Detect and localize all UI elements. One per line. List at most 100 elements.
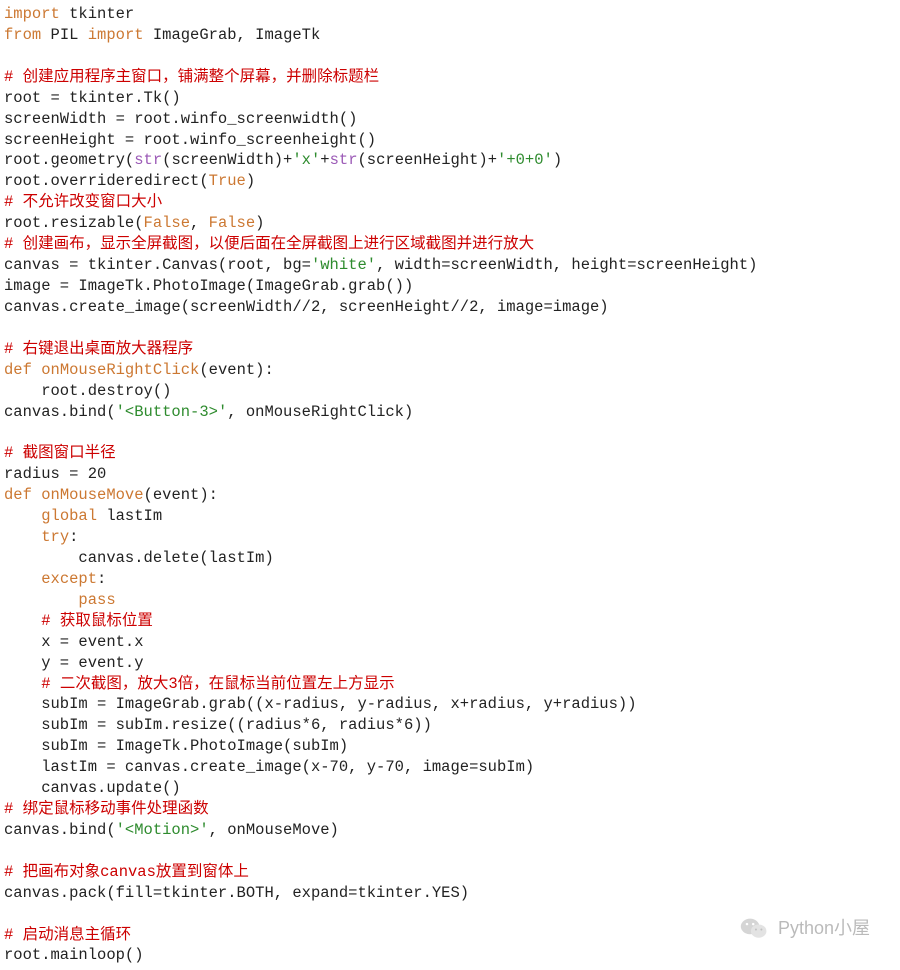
code-token: from — [4, 26, 41, 44]
code-token — [4, 591, 78, 609]
code-token: canvas = tkinter.Canvas(root, bg= — [4, 256, 311, 274]
code-token — [4, 675, 41, 693]
code-line: root.geometry(str(screenWidth)+'x'+str(s… — [4, 151, 562, 169]
code-line: # 创建画布，显示全屏截图，以便后面在全屏截图上进行区域截图并进行放大 — [4, 235, 534, 253]
code-line: def onMouseRightClick(event): — [4, 361, 274, 379]
code-line: except: — [4, 570, 106, 588]
code-block: import tkinter from PIL import ImageGrab… — [4, 4, 896, 966]
code-token: import — [4, 5, 60, 23]
code-token: str — [330, 151, 358, 169]
code-token: except — [41, 570, 97, 588]
code-token: onMouseRightClick — [41, 361, 199, 379]
code-token — [4, 612, 41, 630]
code-token: , onMouseRightClick) — [227, 403, 413, 421]
code-line: subIm = ImageTk.PhotoImage(subIm) — [4, 737, 348, 755]
code-token: : — [97, 570, 106, 588]
watermark: Python小屋 — [740, 916, 870, 940]
code-line: canvas.delete(lastIm) — [4, 549, 274, 567]
code-token — [4, 528, 41, 546]
code-line: # 不允许改变窗口大小 — [4, 193, 162, 211]
code-token: ) — [553, 151, 562, 169]
code-token — [4, 507, 41, 525]
code-token: canvas.bind( — [4, 403, 116, 421]
code-token: subIm = ImageTk.PhotoImage(subIm) — [4, 737, 348, 755]
code-token: 'white' — [311, 256, 376, 274]
code-line: root.overrideredirect(True) — [4, 172, 255, 190]
code-token: # 把画布对象canvas放置到窗体上 — [4, 863, 249, 881]
code-token: '<Button-3>' — [116, 403, 228, 421]
code-token: 'x' — [292, 151, 320, 169]
code-token: (screenHeight)+ — [358, 151, 498, 169]
code-token: root = tkinter.Tk() — [4, 89, 181, 107]
code-token: '<Motion>' — [116, 821, 209, 839]
code-token: onMouseMove — [41, 486, 143, 504]
code-token: lastIm — [97, 507, 162, 525]
code-token: canvas.pack(fill=tkinter.BOTH, expand=tk… — [4, 884, 469, 902]
code-token: import — [88, 26, 144, 44]
code-token: + — [320, 151, 329, 169]
code-token: # 截图窗口半径 — [4, 444, 116, 462]
code-token: ) — [255, 214, 264, 232]
code-token: lastIm = canvas.create_image(x-70, y-70,… — [4, 758, 534, 776]
code-line: # 创建应用程序主窗口，铺满整个屏幕，并删除标题栏 — [4, 68, 379, 86]
code-token: screenWidth = root.winfo_screenwidth() — [4, 110, 357, 128]
code-token: (screenWidth)+ — [162, 151, 292, 169]
code-token: # 绑定鼠标移动事件处理函数 — [4, 800, 209, 818]
code-line: y = event.y — [4, 654, 144, 672]
code-line: subIm = ImageGrab.grab((x-radius, y-radi… — [4, 695, 637, 713]
code-line: root.resizable(False, False) — [4, 214, 264, 232]
code-line: screenWidth = root.winfo_screenwidth() — [4, 110, 357, 128]
code-token: def — [4, 486, 41, 504]
code-token: x = event.x — [4, 633, 144, 651]
code-line: root.mainloop() — [4, 946, 144, 964]
code-token: True — [209, 172, 246, 190]
code-line: # 获取鼠标位置 — [4, 612, 153, 630]
code-token: ImageGrab, ImageTk — [144, 26, 321, 44]
code-token: image = ImageTk.PhotoImage(ImageGrab.gra… — [4, 277, 413, 295]
code-token: subIm = ImageGrab.grab((x-radius, y-radi… — [4, 695, 637, 713]
code-line: # 把画布对象canvas放置到窗体上 — [4, 863, 249, 881]
code-token: canvas.update() — [4, 779, 181, 797]
code-line: canvas.create_image(screenWidth//2, scre… — [4, 298, 609, 316]
code-token: : — [69, 528, 78, 546]
code-token: # 获取鼠标位置 — [41, 612, 153, 630]
code-token: pass — [78, 591, 115, 609]
code-line: # 右键退出桌面放大器程序 — [4, 340, 193, 358]
code-line: image = ImageTk.PhotoImage(ImageGrab.gra… — [4, 277, 413, 295]
code-token — [4, 570, 41, 588]
code-token: , width=screenWidth, height=screenHeight… — [376, 256, 757, 274]
code-token: global — [41, 507, 97, 525]
code-line: from PIL import ImageGrab, ImageTk — [4, 26, 320, 44]
code-line: canvas.bind('<Button-3>', onMouseRightCl… — [4, 403, 413, 421]
code-token: '+0+0' — [497, 151, 553, 169]
code-token: y = event.y — [4, 654, 144, 672]
code-token: PIL — [41, 26, 88, 44]
code-line: x = event.x — [4, 633, 144, 651]
code-line: root.destroy() — [4, 382, 171, 400]
code-token: root.geometry( — [4, 151, 134, 169]
code-line: canvas.pack(fill=tkinter.BOTH, expand=tk… — [4, 884, 469, 902]
code-line: canvas.update() — [4, 779, 181, 797]
code-token: (event): — [144, 486, 218, 504]
code-token: canvas.bind( — [4, 821, 116, 839]
code-line: # 绑定鼠标移动事件处理函数 — [4, 800, 209, 818]
code-token: # 创建画布，显示全屏截图，以便后面在全屏截图上进行区域截图并进行放大 — [4, 235, 534, 253]
code-token: subIm = subIm.resize((radius*6, radius*6… — [4, 716, 432, 734]
code-token: radius = 20 — [4, 465, 106, 483]
code-line: radius = 20 — [4, 465, 106, 483]
code-line: lastIm = canvas.create_image(x-70, y-70,… — [4, 758, 534, 776]
code-token: # 创建应用程序主窗口，铺满整个屏幕，并删除标题栏 — [4, 68, 379, 86]
code-token: (event): — [199, 361, 273, 379]
code-line: subIm = subIm.resize((radius*6, radius*6… — [4, 716, 432, 734]
code-token: try — [41, 528, 69, 546]
code-line: root = tkinter.Tk() — [4, 89, 181, 107]
code-token: tkinter — [60, 5, 134, 23]
code-token: root.destroy() — [4, 382, 171, 400]
code-line: global lastIm — [4, 507, 162, 525]
code-token: False — [209, 214, 256, 232]
code-token: root.overrideredirect( — [4, 172, 209, 190]
code-token: root.mainloop() — [4, 946, 144, 964]
code-line: def onMouseMove(event): — [4, 486, 218, 504]
code-line: # 二次截图，放大3倍，在鼠标当前位置左上方显示 — [4, 675, 395, 693]
code-token: ) — [246, 172, 255, 190]
